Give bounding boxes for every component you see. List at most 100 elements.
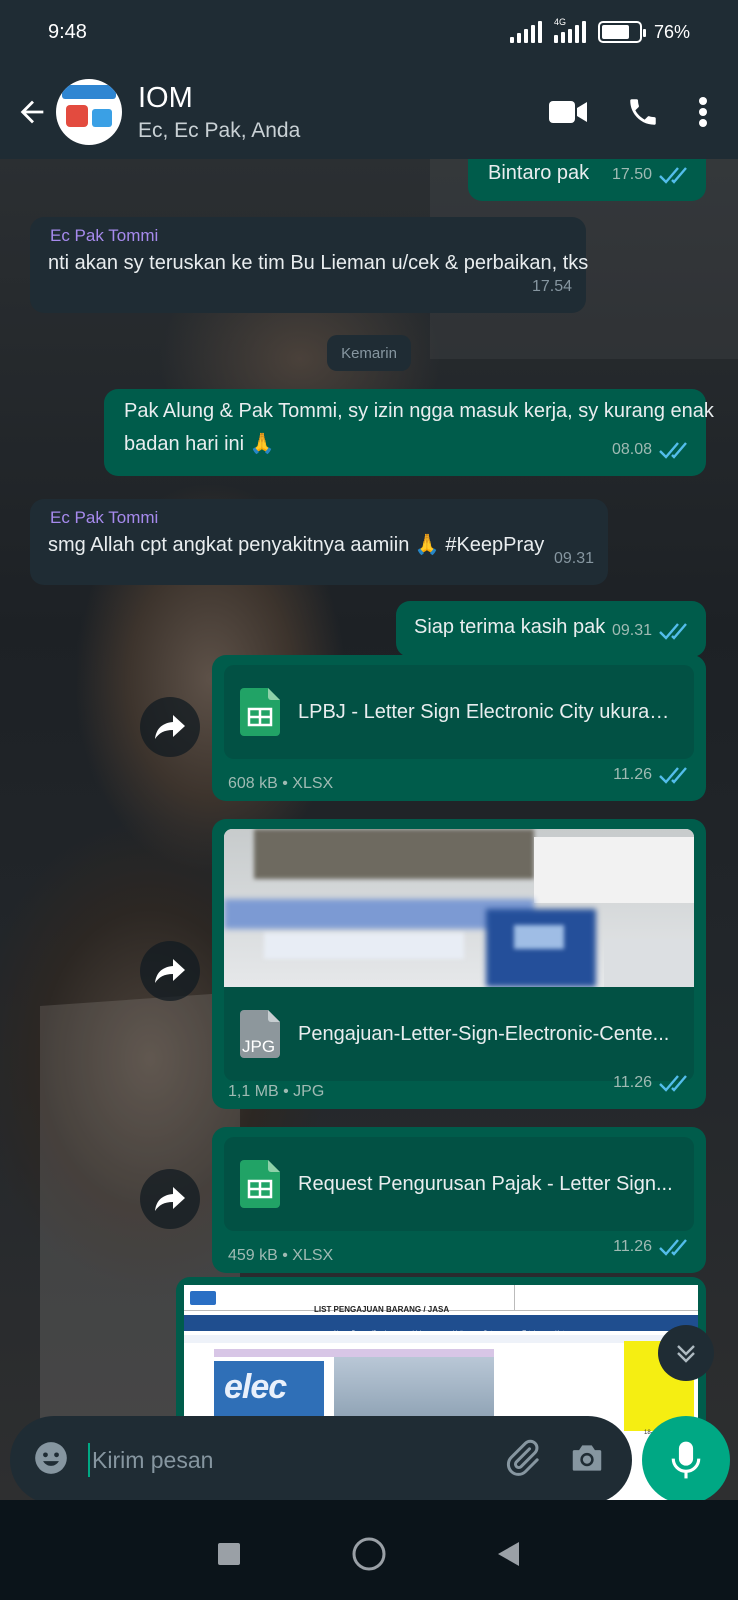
- group-members: Ec, Ec Pak, Anda: [138, 118, 301, 142]
- message-incoming[interactable]: Ec Pak Tommi smg Allah cpt angkat penyak…: [30, 499, 608, 585]
- document-name: Request Pengurusan Pajak - Letter Sign..…: [298, 1172, 673, 1195]
- more-options-button[interactable]: [698, 96, 708, 128]
- group-name: IOM: [138, 81, 193, 114]
- message-meta: 11.26: [613, 1230, 692, 1263]
- message-meta: 11.26: [613, 1066, 692, 1099]
- sheets-icon: [240, 688, 280, 736]
- message-meta: 08.08: [612, 433, 692, 466]
- image-preview[interactable]: [224, 829, 694, 987]
- square-icon: [218, 1542, 240, 1565]
- message-outgoing[interactable]: Pak Alung & Pak Tommi, sy izin ngga masu…: [104, 389, 714, 476]
- document-name: Pengajuan-Letter-Sign-Electronic-Cente..…: [298, 1022, 670, 1045]
- message-text: Bintaro pak: [488, 162, 590, 184]
- jpg-file-icon: JPG: [240, 1010, 280, 1058]
- date-divider: Kemarin: [327, 335, 411, 371]
- circle-icon: [352, 1537, 386, 1570]
- scroll-to-bottom-button[interactable]: [658, 1325, 714, 1381]
- message-incoming[interactable]: Ec Pak Tommi nti akan sy teruskan ke tim…: [30, 217, 589, 313]
- message-time: 17.54: [531, 278, 572, 295]
- emoji-button[interactable]: [32, 1439, 70, 1482]
- message-sender: Ec Pak Tommi: [50, 508, 159, 527]
- video-camera-icon: [549, 100, 587, 123]
- recents-button[interactable]: [217, 1542, 241, 1571]
- message-time: 09.31: [611, 622, 652, 639]
- battery-icon: [597, 21, 646, 43]
- double-check-icon: [658, 441, 692, 459]
- message-time: 09.31: [553, 550, 594, 567]
- signal-4g-icon: 4G: [553, 17, 586, 43]
- camera-button[interactable]: [568, 1439, 606, 1482]
- voice-record-button[interactable]: [642, 1416, 730, 1504]
- back-nav-button[interactable]: [497, 1541, 521, 1572]
- message-meta: 17.50: [612, 159, 692, 191]
- message-meta: 11.26: [613, 758, 692, 791]
- document-message[interactable]: LPBJ - Letter Sign Electronic City ukura…: [212, 655, 706, 801]
- group-avatar[interactable]: [56, 78, 122, 145]
- message-text: Siap terima kasih pak: [414, 616, 606, 638]
- forward-button[interactable]: [140, 1169, 200, 1229]
- document-message[interactable]: Request Pengurusan Pajak - Letter Sign..…: [212, 1127, 706, 1273]
- message-composer: Kirim pesan: [10, 1416, 632, 1504]
- forward-arrow-icon: [155, 959, 185, 983]
- document-info: 459 kB • XLSX: [228, 1247, 334, 1264]
- voice-call-button[interactable]: [626, 95, 660, 129]
- video-call-button[interactable]: [548, 98, 588, 126]
- android-nav-bar: [0, 1512, 738, 1600]
- message-outgoing[interactable]: Siap terima kasih pak 09.31: [396, 601, 706, 657]
- message-input[interactable]: Kirim pesan: [88, 1443, 502, 1477]
- image-content: elec: [224, 1368, 287, 1406]
- forward-button[interactable]: [140, 697, 200, 757]
- document-info: 1,1 MB • JPG: [228, 1083, 325, 1100]
- forward-button[interactable]: [140, 941, 200, 1001]
- message-text-line1: Pak Alung & Pak Tommi, sy izin ngga masu…: [124, 400, 714, 422]
- attach-button[interactable]: [502, 1438, 542, 1483]
- paperclip-icon: [506, 1439, 539, 1476]
- emoji-icon: [35, 1441, 67, 1474]
- arrow-left-icon: [20, 100, 44, 123]
- double-check-icon: [658, 766, 692, 784]
- document-name: LPBJ - Letter Sign Electronic City ukura…: [298, 700, 678, 723]
- message-time: 11.26: [613, 766, 652, 783]
- document-info: 608 kB • XLSX: [228, 775, 334, 792]
- sheets-icon: [240, 1160, 280, 1208]
- more-vert-icon: [699, 96, 707, 127]
- microphone-icon: [671, 1441, 701, 1479]
- double-check-icon: [658, 166, 692, 184]
- document-message[interactable]: JPG Pengajuan-Letter-Sign-Electronic-Cen…: [212, 819, 706, 1109]
- message-meta: 09.31: [612, 614, 692, 647]
- message-time: 08.08: [611, 441, 652, 458]
- document-card[interactable]: LPBJ - Letter Sign Electronic City ukura…: [224, 665, 694, 759]
- message-outgoing[interactable]: Bintaro pak 17.50: [468, 159, 706, 201]
- double-chevron-down-icon: [677, 1345, 695, 1363]
- chat-area[interactable]: Bintaro pak 17.50 Ec Pak Tommi nti akan …: [0, 159, 738, 1500]
- camera-icon: [572, 1444, 602, 1471]
- message-text: nti akan sy teruskan ke tim Bu Lieman u/…: [48, 252, 589, 274]
- forward-arrow-icon: [155, 715, 185, 739]
- message-meta: 17.54: [532, 270, 572, 303]
- phone-icon: [630, 98, 656, 125]
- back-button[interactable]: [4, 84, 60, 140]
- double-check-icon: [658, 1074, 692, 1092]
- home-button[interactable]: [351, 1536, 387, 1577]
- message-time: 17.50: [611, 166, 652, 183]
- company-logo: [190, 1291, 216, 1305]
- signal-icon: [509, 21, 542, 43]
- message-text: smg Allah cpt angkat penyakitnya aamiin …: [48, 534, 545, 556]
- status-time: 9:48: [48, 20, 87, 43]
- message-meta: 09.31: [554, 542, 594, 575]
- jpg-label: JPG: [242, 1037, 276, 1056]
- network-type: 4G: [553, 17, 566, 27]
- triangle-back-icon: [498, 1541, 519, 1566]
- document-card[interactable]: Request Pengurusan Pajak - Letter Sign..…: [224, 1137, 694, 1231]
- message-sender: Ec Pak Tommi: [50, 226, 159, 245]
- forward-arrow-icon: [155, 1187, 185, 1211]
- message-time: 11.26: [613, 1238, 652, 1255]
- chat-title-area[interactable]: IOM Ec, Ec Pak, Anda: [138, 81, 548, 143]
- divider: [0, 1500, 738, 1512]
- status-bar: 9:48 4G 76%: [0, 0, 738, 64]
- double-check-icon: [658, 622, 692, 640]
- battery-percent: 76%: [653, 21, 690, 42]
- message-time: 11.26: [613, 1074, 652, 1091]
- chat-header: IOM Ec, Ec Pak, Anda: [0, 64, 738, 159]
- double-check-icon: [658, 1238, 692, 1256]
